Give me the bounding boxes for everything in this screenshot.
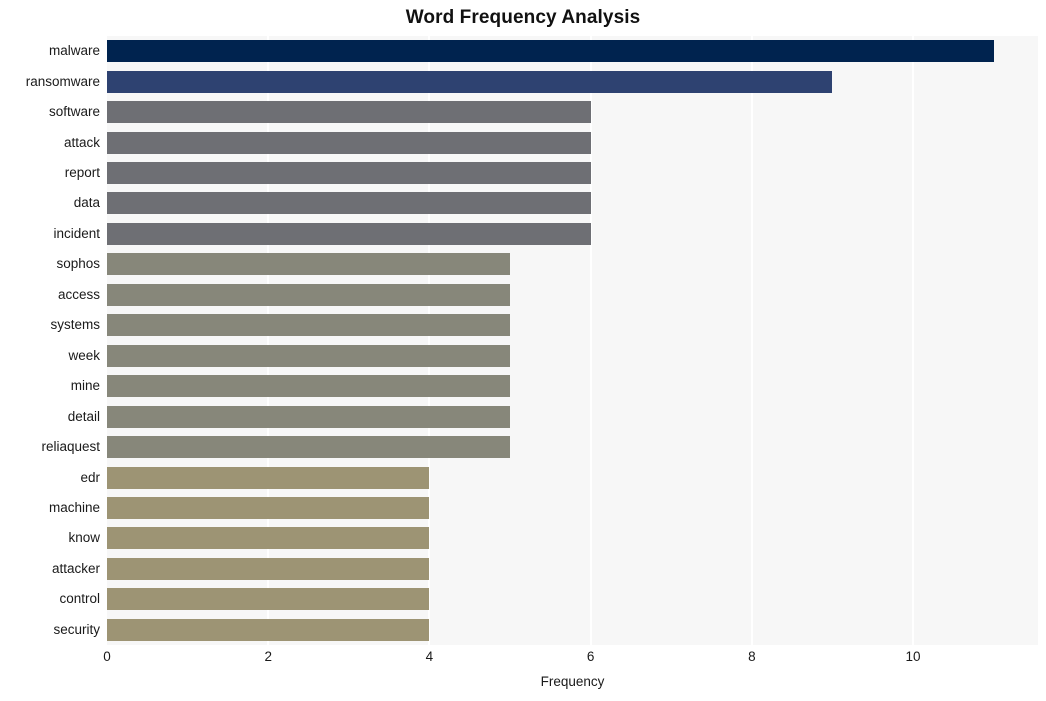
bar — [107, 588, 430, 611]
word-frequency-bar-chart: Word Frequency Analysis malware ransomwar… — [0, 0, 1046, 701]
bar — [107, 314, 511, 337]
y-axis-label-sophos: sophos — [56, 256, 100, 272]
y-axis-label-control: control — [59, 591, 100, 607]
bar — [107, 344, 511, 367]
x-axis-label-0: 0 — [103, 649, 111, 664]
bar — [107, 253, 511, 276]
x-axis-label-10: 10 — [905, 649, 921, 664]
y-axis-label-detail: detail — [67, 408, 100, 424]
y-axis-label-mine: mine — [70, 378, 100, 394]
bar — [107, 162, 591, 185]
bar — [107, 375, 511, 398]
bar — [107, 496, 430, 519]
gridline — [750, 36, 753, 645]
chart-title: Word Frequency Analysis — [405, 7, 641, 28]
x-axis-label-4: 4 — [425, 649, 434, 664]
y-axis-label-security: security — [53, 621, 100, 637]
x-axis-tick-labels: 0 2 4 6 8 10 — [0, 649, 1046, 671]
gridline — [912, 36, 915, 645]
y-axis-label-report: report — [64, 165, 100, 181]
x-axis-label-8: 8 — [748, 649, 756, 664]
x-axis-label-2: 2 — [264, 649, 272, 664]
bar — [107, 192, 591, 215]
y-axis-label-software: software — [48, 104, 100, 120]
gridline — [267, 36, 270, 645]
bar — [107, 283, 511, 306]
y-axis-label-edr: edr — [80, 469, 100, 485]
bar — [107, 527, 430, 550]
y-axis-label-malware: malware — [48, 43, 100, 59]
y-axis-label-week: week — [68, 347, 100, 363]
y-axis-tick-labels: malware ransomware software attack report dat… — [0, 36, 100, 645]
y-axis-label-data: data — [73, 195, 100, 211]
gridline — [589, 36, 592, 645]
plot-area — [107, 36, 1038, 645]
bar — [107, 131, 591, 154]
y-axis-label-incident: incident — [53, 225, 100, 241]
y-axis-label-know: know — [68, 530, 100, 546]
bar — [107, 405, 511, 428]
bar — [107, 466, 430, 489]
x-axis-label-6: 6 — [586, 649, 595, 664]
y-axis-label-reliaquest: reliaquest — [41, 439, 100, 455]
gridline — [428, 36, 431, 645]
bar — [107, 436, 511, 459]
y-axis-label-attack: attack — [63, 134, 100, 150]
x-axis-title: Frequency — [540, 674, 605, 689]
bar — [107, 40, 994, 63]
bar — [107, 222, 591, 245]
y-axis-label-access: access — [57, 286, 100, 302]
bar — [107, 101, 591, 124]
y-axis-label-attacker: attacker — [51, 560, 100, 576]
y-axis-label-machine: machine — [48, 499, 100, 515]
bar — [107, 70, 833, 93]
bar — [107, 557, 430, 580]
y-axis-label-systems: systems — [50, 317, 100, 333]
y-axis-label-ransomware: ransomware — [25, 73, 100, 89]
bar — [107, 618, 430, 641]
